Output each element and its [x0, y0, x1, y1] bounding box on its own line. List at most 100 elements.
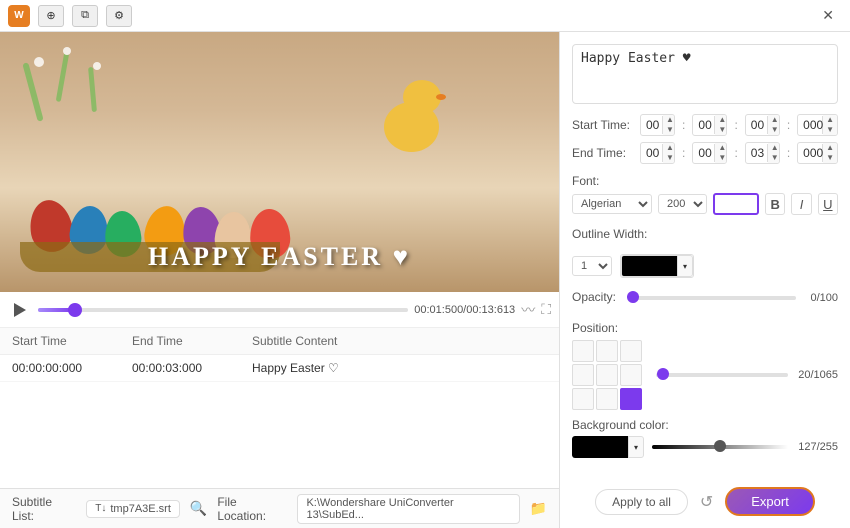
pos-cell-bl[interactable]	[572, 388, 594, 410]
sep3: :	[786, 118, 791, 132]
start-time-h-spinner[interactable]: 00 ▲ ▼	[640, 114, 675, 136]
position-row: 20/1065	[572, 340, 838, 410]
end-time-s-spinner[interactable]: 03 ▲ ▼	[745, 142, 780, 164]
progress-bar[interactable]	[38, 308, 408, 312]
start-ms-down[interactable]: ▼	[823, 125, 837, 135]
font-row: Algerian 200 B I U	[572, 193, 838, 215]
opacity-label: Opacity:	[572, 290, 627, 304]
file-path-text: K:\Wondershare UniConverter 13\SubEd...	[306, 497, 510, 521]
opacity-row: Opacity: 0/100	[572, 286, 838, 309]
start-ms-arrows[interactable]: ▲ ▼	[823, 115, 837, 135]
outline-color-control[interactable]: ▾	[620, 254, 694, 278]
pos-cell-ml[interactable]	[572, 364, 594, 386]
subtitle-text-input[interactable]: Happy Easter ♥	[572, 44, 838, 104]
bg-color-swatch[interactable]	[572, 436, 632, 458]
end-h-arrows[interactable]: ▲ ▼	[663, 143, 675, 163]
position-grid[interactable]	[572, 340, 642, 410]
start-m-arrows[interactable]: ▲ ▼	[715, 115, 727, 135]
start-h-up[interactable]: ▲	[663, 115, 675, 125]
start-h-arrows[interactable]: ▲ ▼	[663, 115, 675, 135]
start-m-up[interactable]: ▲	[715, 115, 727, 125]
bottom-actions: Apply to all ↺ Export	[572, 479, 838, 516]
sep2: :	[733, 118, 738, 132]
bg-color-dropdown[interactable]: ▾	[628, 436, 644, 458]
end-s-arrows[interactable]: ▲ ▼	[768, 143, 780, 163]
start-m-down[interactable]: ▼	[715, 125, 727, 135]
font-color-swatch[interactable]	[713, 193, 759, 215]
sep1: :	[681, 118, 686, 132]
end-h-up[interactable]: ▲	[663, 143, 675, 153]
outline-color-dropdown[interactable]: ▾	[677, 255, 693, 277]
opacity-slider[interactable]	[633, 296, 796, 300]
bg-color-label: Background color:	[572, 418, 669, 432]
file-path-tag[interactable]: K:\Wondershare UniConverter 13\SubEd...	[297, 494, 519, 524]
row-content: Happy Easter ♡	[252, 361, 547, 375]
row-start-time: 00:00:00:000	[12, 361, 132, 375]
clip-icon: ⧉	[81, 9, 89, 22]
end-m-up[interactable]: ▲	[715, 143, 727, 153]
end-ms-up[interactable]: ▲	[823, 143, 837, 153]
bg-opacity-slider[interactable]	[652, 445, 788, 449]
end-ms-arrows[interactable]: ▲ ▼	[823, 143, 837, 163]
position-thumb[interactable]	[657, 368, 669, 380]
underline-button[interactable]: U	[818, 193, 838, 215]
add-media-button[interactable]: ⊕	[38, 5, 64, 27]
outline-width-select[interactable]: 1	[572, 256, 612, 276]
pos-cell-mr[interactable]	[620, 364, 642, 386]
end-ms-down[interactable]: ▼	[823, 153, 837, 163]
clip-button[interactable]: ⧉	[72, 5, 98, 27]
app-icon: W	[8, 5, 30, 27]
end-time-m-spinner[interactable]: 00 ▲ ▼	[692, 142, 727, 164]
bg-color-control[interactable]: ▾	[572, 436, 644, 458]
outline-controls: 1 ▾	[572, 254, 838, 278]
close-button[interactable]: ✕	[814, 3, 842, 28]
pos-cell-br[interactable]	[620, 388, 642, 410]
pos-cell-tr[interactable]	[620, 340, 642, 362]
start-ms-value: 000	[798, 116, 823, 134]
col-subtitle-content: Subtitle Content	[252, 334, 547, 348]
start-s-up[interactable]: ▲	[768, 115, 780, 125]
bold-button[interactable]: B	[765, 193, 785, 215]
pos-cell-mc[interactable]	[596, 364, 618, 386]
apply-to-all-button[interactable]: Apply to all	[595, 489, 688, 515]
outline-label: Outline Width:	[572, 227, 647, 241]
start-s-down[interactable]: ▼	[768, 125, 780, 135]
position-slider[interactable]	[656, 373, 788, 377]
start-m-value: 00	[693, 116, 715, 134]
end-s-down[interactable]: ▼	[768, 153, 780, 163]
end-time-ms-spinner[interactable]: 000 ▲ ▼	[797, 142, 838, 164]
settings-button[interactable]: ⚙	[106, 5, 132, 27]
start-time-s-spinner[interactable]: 00 ▲ ▼	[745, 114, 780, 136]
search-subtitle-button[interactable]: 🔍	[190, 500, 207, 517]
end-m-down[interactable]: ▼	[715, 153, 727, 163]
subtitle-file-tag[interactable]: T↓ tmp7A3E.srt	[86, 500, 180, 518]
start-s-arrows[interactable]: ▲ ▼	[768, 115, 780, 135]
subtitle-table-header: Start Time End Time Subtitle Content	[0, 328, 559, 355]
outline-color-swatch[interactable]	[621, 255, 681, 277]
pos-cell-tc[interactable]	[596, 340, 618, 362]
progress-thumb[interactable]	[68, 303, 82, 317]
pos-cell-tl[interactable]	[572, 340, 594, 362]
right-panel: Happy Easter ♥ Start Time: 00 ▲ ▼ : 00 ▲…	[560, 32, 850, 528]
table-row[interactable]: 00:00:00:000 00:00:03:000 Happy Easter ♡	[0, 355, 559, 382]
font-size-select[interactable]: 200	[658, 194, 707, 214]
end-time-h-spinner[interactable]: 00 ▲ ▼	[640, 142, 675, 164]
bg-opacity-thumb[interactable]	[714, 440, 726, 452]
folder-icon[interactable]: 📁	[530, 500, 547, 517]
italic-button[interactable]: I	[791, 193, 811, 215]
add-icon: ⊕	[46, 9, 55, 22]
opacity-thumb[interactable]	[627, 291, 639, 303]
expand-icon[interactable]: ⛶	[541, 301, 551, 318]
start-h-down[interactable]: ▼	[663, 125, 675, 135]
refresh-icon[interactable]: ↺	[700, 492, 713, 512]
end-m-arrows[interactable]: ▲ ▼	[715, 143, 727, 163]
start-ms-up[interactable]: ▲	[823, 115, 837, 125]
font-name-select[interactable]: Algerian	[572, 194, 652, 214]
export-button[interactable]: Export	[725, 487, 815, 516]
start-time-ms-spinner[interactable]: 000 ▲ ▼	[797, 114, 838, 136]
end-h-down[interactable]: ▼	[663, 153, 675, 163]
end-s-up[interactable]: ▲	[768, 143, 780, 153]
start-time-m-spinner[interactable]: 00 ▲ ▼	[692, 114, 727, 136]
play-button[interactable]	[8, 298, 32, 322]
pos-cell-bc[interactable]	[596, 388, 618, 410]
